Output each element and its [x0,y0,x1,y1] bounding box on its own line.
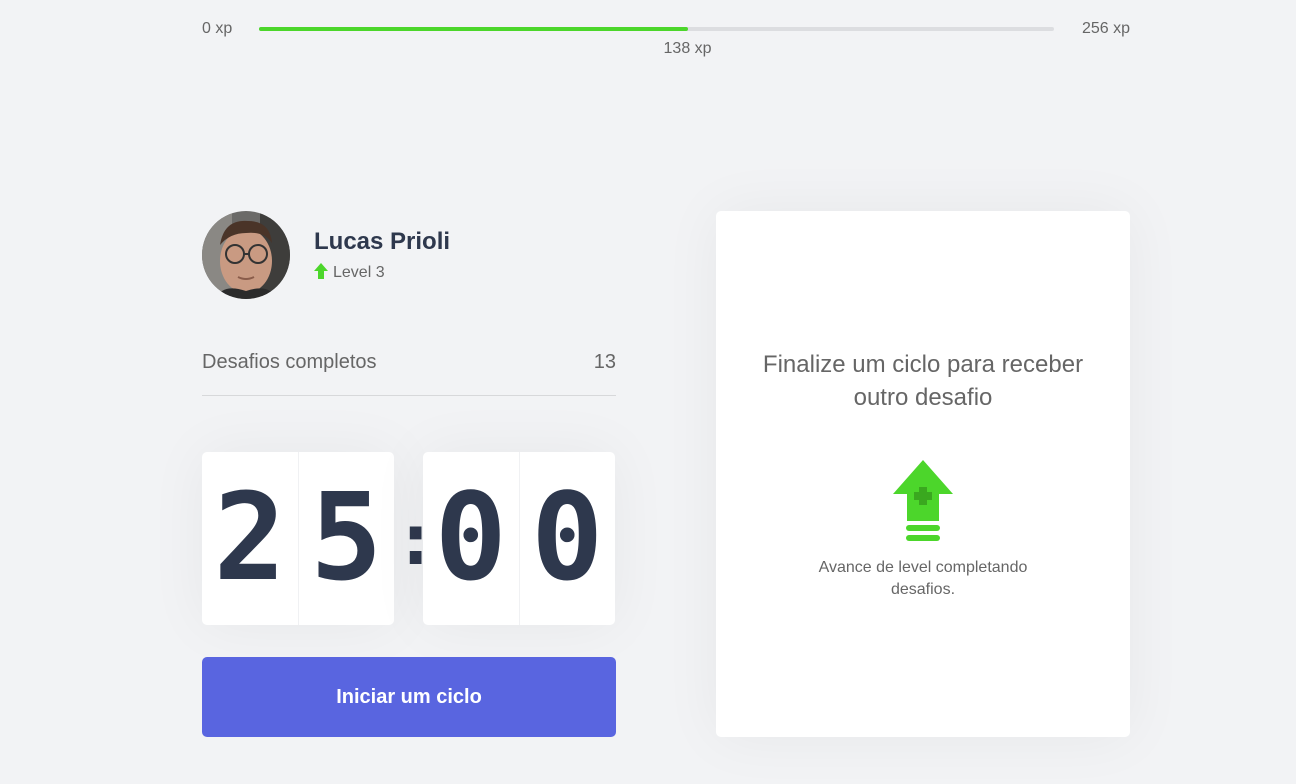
completed-challenges-count: 13 [593,351,616,373]
completed-challenges-label: Desafios completos [202,351,377,373]
xp-min-label: 0 xp [202,20,233,37]
profile-name: Lucas Prioli [314,227,451,255]
countdown-separator: : [394,496,438,581]
completed-challenges: Desafios completos 13 [202,351,616,396]
xp-current-label: 138 xp [663,40,712,57]
second-ones-digit: 0 [531,468,604,608]
minutes-display: 2 5 [202,452,394,625]
profile-column: Lucas Prioli Level 3 Desafios completos … [202,211,616,737]
level-row: Level 3 [314,262,450,284]
avatar [202,211,290,299]
xp-progress-track [259,27,1054,31]
level-label: Level 3 [333,264,385,281]
level-up-arrow-icon [314,262,333,284]
experience-bar: 0 xp 138 xp 256 xp [202,18,1130,58]
level-up-icon [892,459,954,548]
minute-ones-digit: 5 [310,468,383,608]
countdown: 2 5 : 0 0 [202,452,616,625]
xp-progress-fill [259,27,688,31]
start-cycle-button[interactable]: Iniciar um ciclo [202,657,616,737]
second-tens-digit: 0 [423,452,520,625]
xp-max-label: 256 xp [1081,20,1130,37]
minute-tens-digit: 2 [202,452,299,625]
challenge-box-description: Avance de level completando desafios. [818,559,1028,598]
seconds-display: 0 0 [423,452,615,625]
profile: Lucas Prioli Level 3 [202,211,616,299]
challenge-box: Finalize um ciclo para receber outro des… [716,211,1130,737]
challenge-box-title: Finalize um ciclo para receber outro des… [762,351,1084,411]
